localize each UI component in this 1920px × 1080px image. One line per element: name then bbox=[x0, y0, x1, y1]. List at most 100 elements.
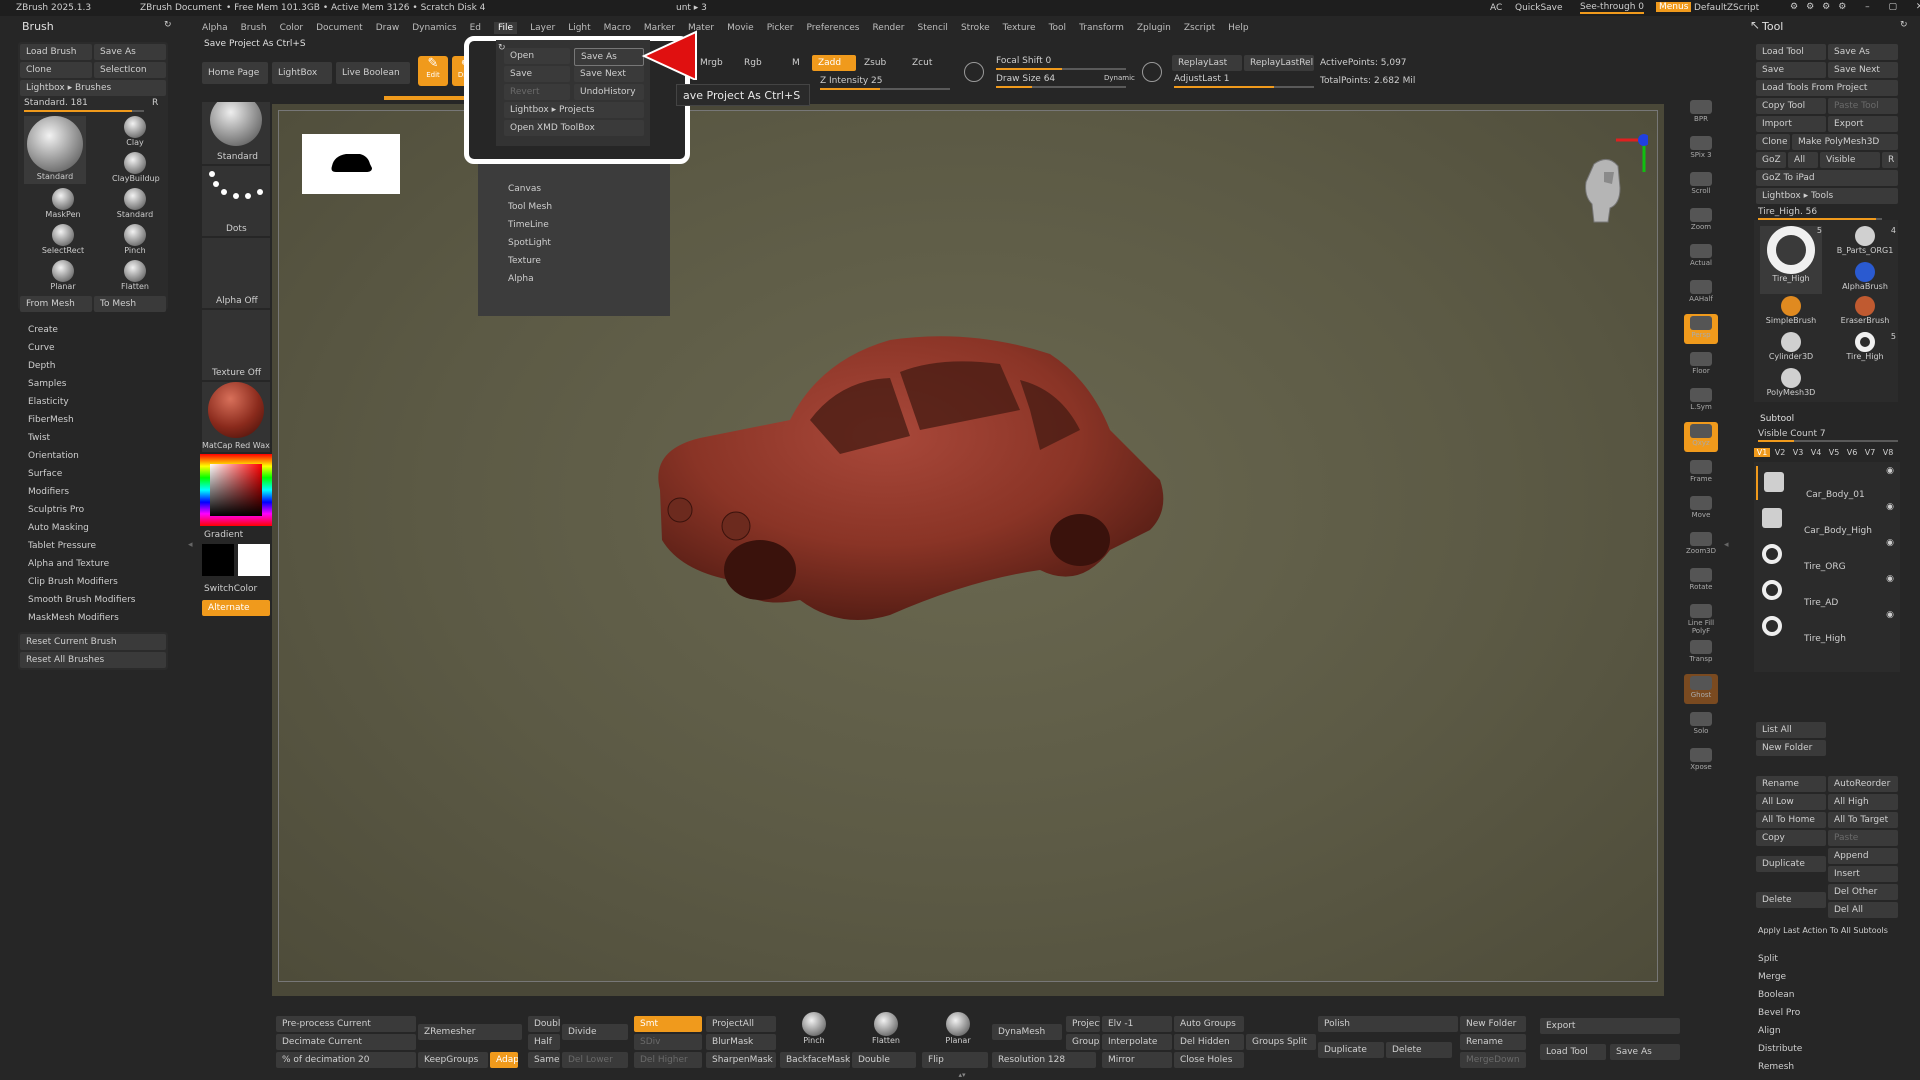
bottom-half-button[interactable]: Half bbox=[528, 1034, 560, 1050]
shelf-floor[interactable]: Floor bbox=[1684, 350, 1718, 380]
refresh-icon[interactable]: ↻ bbox=[164, 20, 172, 30]
shelf-spix-3[interactable]: SPix 3 bbox=[1684, 134, 1718, 164]
bottom-dynamesh-button[interactable]: DynaMesh bbox=[992, 1024, 1062, 1040]
version-tab-v5[interactable]: V5 bbox=[1826, 448, 1842, 457]
tool-thumb-simplebrush[interactable]: SimpleBrush bbox=[1760, 296, 1822, 330]
bottom-new-folder-button[interactable]: New Folder bbox=[1460, 1016, 1526, 1032]
bottom-del-hidden-button[interactable]: Del Hidden bbox=[1174, 1034, 1244, 1050]
brush-section-depth[interactable]: Depth bbox=[18, 357, 168, 375]
brush-slot-selectrect[interactable]: SelectRect bbox=[40, 224, 86, 260]
tool-list-all-button[interactable]: List All bbox=[1756, 722, 1826, 738]
shelf-transp[interactable]: Transp bbox=[1684, 638, 1718, 668]
menu-render[interactable]: Render bbox=[872, 23, 904, 33]
rgb-button[interactable]: Rgb bbox=[744, 58, 762, 68]
tool-make-polymesh-button[interactable]: Make PolyMesh3D bbox=[1792, 134, 1898, 150]
draw-size-slider[interactable]: Draw Size 64 bbox=[996, 74, 1055, 84]
visible-count-slider[interactable]: Visible Count 7 bbox=[1758, 429, 1826, 439]
brush-slot-planar[interactable]: Planar bbox=[40, 260, 86, 296]
subtool-row-tire_high[interactable]: Tire_High ◉ bbox=[1756, 610, 1898, 644]
bottom-divide-button[interactable]: Divide bbox=[562, 1024, 628, 1040]
tool-all-to-home-button[interactable]: All To Home bbox=[1756, 812, 1826, 828]
tool-delete-button[interactable]: Delete bbox=[1756, 892, 1826, 908]
file-revert-button[interactable]: Revert bbox=[504, 84, 570, 100]
brush-clone-button[interactable]: Clone bbox=[20, 62, 92, 78]
menu-stencil[interactable]: Stencil bbox=[918, 23, 948, 33]
subtool-visibility-icon[interactable]: ◉ bbox=[1886, 610, 1894, 620]
tool-export-button[interactable]: Export bbox=[1828, 116, 1898, 132]
see-through-slider[interactable]: See-through 0 bbox=[1580, 2, 1644, 14]
quicksave-button[interactable]: QuickSave bbox=[1515, 3, 1563, 13]
tool-palette-icon[interactable]: ↖ bbox=[1750, 18, 1760, 32]
shelf-solo[interactable]: Solo bbox=[1684, 710, 1718, 740]
tool-copy-tool-button[interactable]: Copy Tool bbox=[1756, 98, 1826, 114]
tool-goz-button[interactable]: GoZ bbox=[1756, 152, 1786, 168]
default-zscript[interactable]: DefaultZScript bbox=[1694, 3, 1759, 13]
tool-copy-button[interactable]: Copy bbox=[1756, 830, 1826, 846]
lightbox-brushes-button[interactable]: Lightbox ▸ Brushes bbox=[20, 80, 166, 96]
bottom-duplicate-button[interactable]: Duplicate bbox=[1318, 1042, 1384, 1058]
file-sub-timeline[interactable]: TimeLine bbox=[508, 216, 552, 234]
file-sub-tool-mesh[interactable]: Tool Mesh bbox=[508, 198, 552, 216]
tool-del-all-button[interactable]: Del All bbox=[1828, 902, 1898, 918]
menu-alpha[interactable]: Alpha bbox=[202, 23, 228, 33]
subtool-visibility-icon[interactable]: ◉ bbox=[1886, 466, 1894, 476]
tool-thumb-b_parts_org1[interactable]: B_Parts_ORG1 4 bbox=[1834, 226, 1896, 260]
secondary-color-swatch[interactable] bbox=[238, 544, 270, 576]
subtool-row-tire_org[interactable]: Tire_ORG ◉ bbox=[1756, 538, 1898, 572]
menu-zscript[interactable]: Zscript bbox=[1184, 23, 1215, 33]
tool-lightbox-tools-button[interactable]: Lightbox ▸ Tools bbox=[1756, 188, 1898, 204]
subtool-visibility-icon[interactable]: ◉ bbox=[1886, 502, 1894, 512]
brush-section-maskmesh-modifiers[interactable]: MaskMesh Modifiers bbox=[18, 609, 168, 627]
brush-standard-value[interactable]: Standard. 181 bbox=[24, 98, 88, 108]
brush-section-fibermesh[interactable]: FiberMesh bbox=[18, 411, 168, 429]
standard-brush-slot[interactable]: Standard bbox=[202, 92, 270, 164]
gradient-label[interactable]: Gradient bbox=[204, 530, 243, 540]
from-mesh-button[interactable]: From Mesh bbox=[20, 296, 92, 312]
home-page-button[interactable]: Home Page bbox=[202, 62, 268, 84]
menu-dynamics[interactable]: Dynamics bbox=[412, 23, 456, 33]
menu-stroke[interactable]: Stroke bbox=[961, 23, 990, 33]
tool-r-button[interactable]: R bbox=[1882, 152, 1898, 168]
bottom-backfacemask-button[interactable]: BackfaceMask bbox=[780, 1052, 850, 1068]
menu-draw[interactable]: Draw bbox=[376, 23, 400, 33]
bottom-pct-decimation-button[interactable]: % of decimation 20 bbox=[276, 1052, 416, 1068]
tool-load-tool-button[interactable]: Load Tool bbox=[1756, 44, 1826, 60]
bottom-elv-button[interactable]: Elv -1 bbox=[1102, 1016, 1172, 1032]
replay-last-rel-button[interactable]: ReplayLastRel bbox=[1244, 55, 1314, 71]
tool-section-distribute[interactable]: Distribute bbox=[1752, 1040, 1898, 1058]
tool-import-button[interactable]: Import bbox=[1756, 116, 1826, 132]
brush-section-clip-brush-modifiers[interactable]: Clip Brush Modifiers bbox=[18, 573, 168, 591]
tool-save-as-button[interactable]: Save As bbox=[1828, 44, 1898, 60]
tool-insert-button[interactable]: Insert bbox=[1828, 866, 1898, 882]
shelf-rotate[interactable]: Rotate bbox=[1684, 566, 1718, 596]
bottom-projectall-button[interactable]: ProjectAll bbox=[706, 1016, 776, 1032]
menu-picker[interactable]: Picker bbox=[767, 23, 794, 33]
brush-section-create[interactable]: Create bbox=[18, 321, 168, 339]
brush-section-modifiers[interactable]: Modifiers bbox=[18, 483, 168, 501]
tool-refresh-icon[interactable]: ↻ bbox=[1900, 20, 1908, 30]
version-tab-v8[interactable]: V8 bbox=[1880, 448, 1896, 457]
version-tab-v4[interactable]: V4 bbox=[1808, 448, 1824, 457]
brush-section-alpha-and-texture[interactable]: Alpha and Texture bbox=[18, 555, 168, 573]
focal-shift-track[interactable] bbox=[996, 68, 1126, 70]
tool-section-boolean[interactable]: Boolean bbox=[1752, 986, 1898, 1004]
bottom-flatten-brush[interactable]: Flatten bbox=[866, 1012, 906, 1050]
brush-section-orientation[interactable]: Orientation bbox=[18, 447, 168, 465]
shelf-l-sym[interactable]: L.Sym bbox=[1684, 386, 1718, 416]
bottom-interpolate-button[interactable]: Interpolate bbox=[1102, 1034, 1172, 1050]
shelf-zoom[interactable]: Zoom bbox=[1684, 206, 1718, 236]
brush-section-smooth-brush-modifiers[interactable]: Smooth Brush Modifiers bbox=[18, 591, 168, 609]
bottom-flip-button[interactable]: Flip bbox=[922, 1052, 988, 1068]
brush-r-button[interactable]: R bbox=[152, 98, 158, 108]
tool-paste-tool-button[interactable]: Paste Tool bbox=[1828, 98, 1898, 114]
tool-all-low-button[interactable]: All Low bbox=[1756, 794, 1826, 810]
material-slot[interactable]: MatCap Red Wax bbox=[202, 382, 270, 452]
tool-load-from-project-button[interactable]: Load Tools From Project bbox=[1756, 80, 1898, 96]
tool-clone-button[interactable]: Clone bbox=[1756, 134, 1790, 150]
menu-file[interactable]: File bbox=[494, 22, 518, 34]
load-brush-button[interactable]: Load Brush bbox=[20, 44, 92, 60]
stroke-slot[interactable]: Dots bbox=[202, 166, 270, 236]
menu-tool[interactable]: Tool bbox=[1049, 23, 1066, 33]
brush-slot-clay[interactable]: Clay bbox=[112, 116, 158, 152]
switch-color-button[interactable]: SwitchColor bbox=[204, 584, 257, 594]
